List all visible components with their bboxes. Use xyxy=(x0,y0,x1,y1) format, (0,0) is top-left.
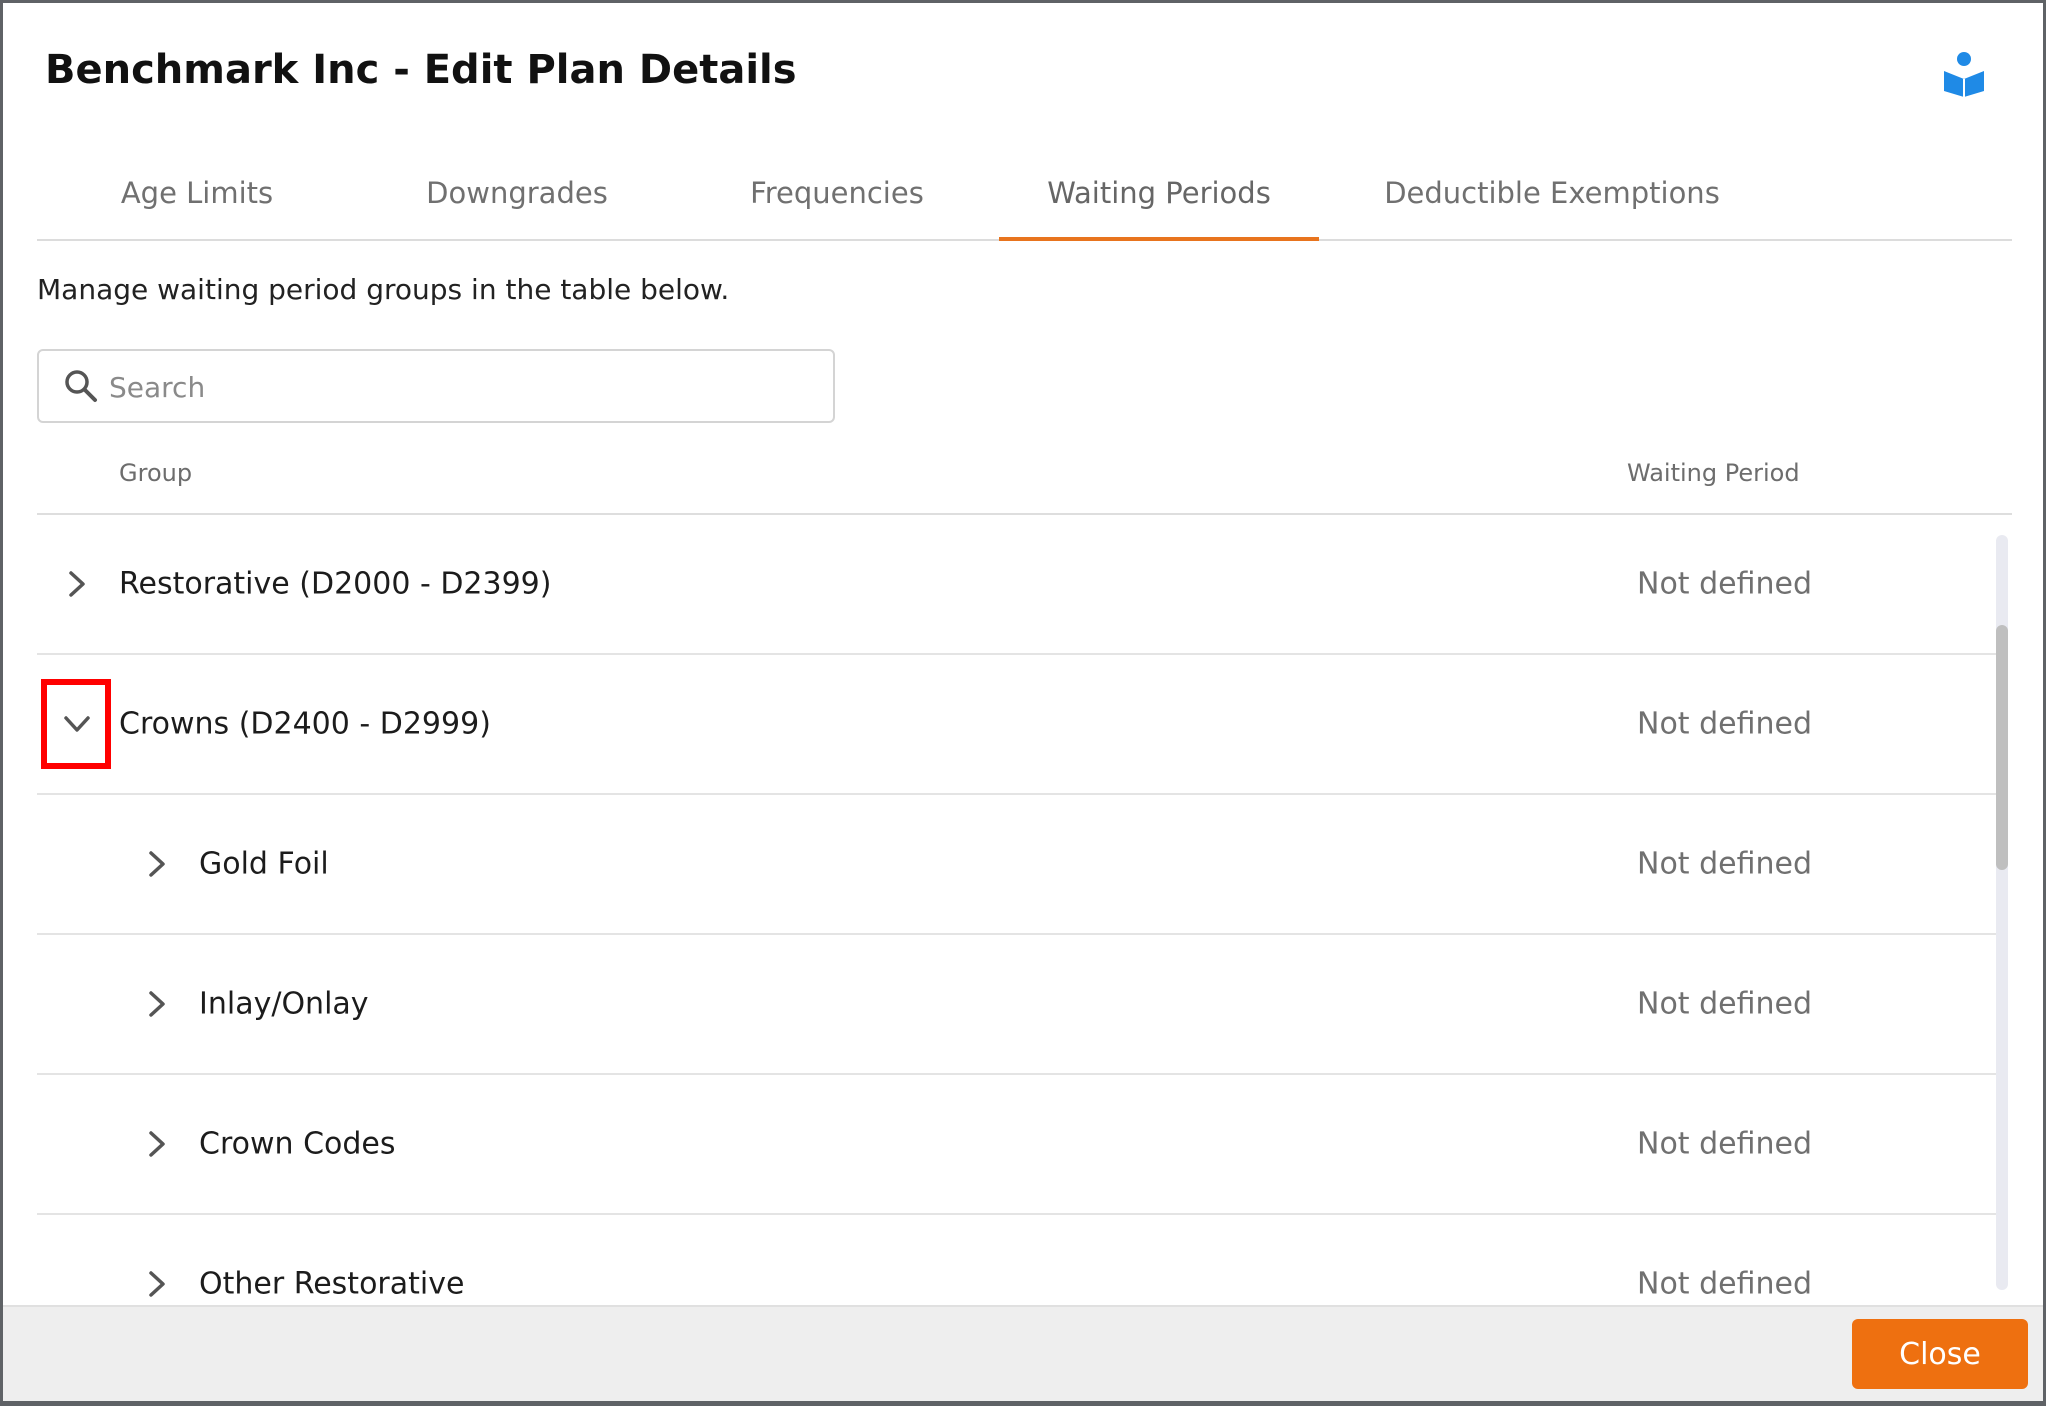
tab-downgrades[interactable]: Downgrades xyxy=(407,153,627,239)
search-input[interactable] xyxy=(107,359,811,415)
tab-bar: Age Limits Downgrades Frequencies Waitin… xyxy=(37,153,2012,241)
row-waiting-period: Not defined xyxy=(1637,846,1813,882)
close-button[interactable]: Close xyxy=(1852,1319,2028,1389)
table-row[interactable]: Restorative (D2000 - D2399) Not defined xyxy=(37,515,1997,655)
chevron-right-icon[interactable] xyxy=(137,844,177,884)
chevron-right-icon[interactable] xyxy=(137,1264,177,1304)
table-row[interactable]: Crown Codes Not defined xyxy=(37,1075,1997,1215)
table-scrollbar[interactable] xyxy=(1996,535,2008,1290)
tab-deductible-exemptions[interactable]: Deductible Exemptions xyxy=(1327,153,1777,239)
tab-waiting-periods[interactable]: Waiting Periods xyxy=(999,153,1319,241)
dialog-title: Benchmark Inc - Edit Plan Details xyxy=(45,47,797,93)
chevron-down-icon[interactable] xyxy=(57,704,97,744)
book-reader-icon[interactable] xyxy=(1943,51,1985,97)
table-row[interactable]: Other Restorative Not defined xyxy=(37,1215,1997,1305)
table-row[interactable]: Inlay/Onlay Not defined xyxy=(37,935,1997,1075)
table-row[interactable]: Crowns (D2400 - D2999) Not defined xyxy=(37,655,1997,795)
row-label: Inlay/Onlay xyxy=(199,986,369,1022)
group-table: Restorative (D2000 - D2399) Not defined … xyxy=(37,515,1997,1305)
chevron-right-icon[interactable] xyxy=(57,564,97,604)
row-label: Gold Foil xyxy=(199,846,329,882)
tab-frequencies[interactable]: Frequencies xyxy=(727,153,947,239)
edit-plan-dialog: Benchmark Inc - Edit Plan Details Age Li… xyxy=(3,3,2043,1401)
dialog-header: Benchmark Inc - Edit Plan Details xyxy=(3,3,2043,143)
row-waiting-period: Not defined xyxy=(1637,1266,1813,1302)
dialog-footer: Close xyxy=(3,1305,2043,1401)
intro-text: Manage waiting period groups in the tabl… xyxy=(37,273,730,306)
column-header-waiting-period: Waiting Period xyxy=(1627,459,1800,487)
row-label: Crown Codes xyxy=(199,1126,396,1162)
search-icon xyxy=(65,370,97,402)
row-waiting-period: Not defined xyxy=(1637,1126,1813,1162)
row-waiting-period: Not defined xyxy=(1637,566,1813,602)
tab-age-limits[interactable]: Age Limits xyxy=(87,153,307,239)
row-waiting-period: Not defined xyxy=(1637,706,1813,742)
chevron-right-icon[interactable] xyxy=(137,1124,177,1164)
scrollbar-thumb[interactable] xyxy=(1996,625,2008,870)
row-label: Other Restorative xyxy=(199,1266,465,1302)
row-label: Crowns (D2400 - D2999) xyxy=(119,706,491,742)
column-header-group: Group xyxy=(119,459,193,487)
row-waiting-period: Not defined xyxy=(1637,986,1813,1022)
chevron-right-icon[interactable] xyxy=(137,984,177,1024)
table-row[interactable]: Gold Foil Not defined xyxy=(37,795,1997,935)
row-label: Restorative (D2000 - D2399) xyxy=(119,566,552,602)
search-box xyxy=(37,349,835,423)
